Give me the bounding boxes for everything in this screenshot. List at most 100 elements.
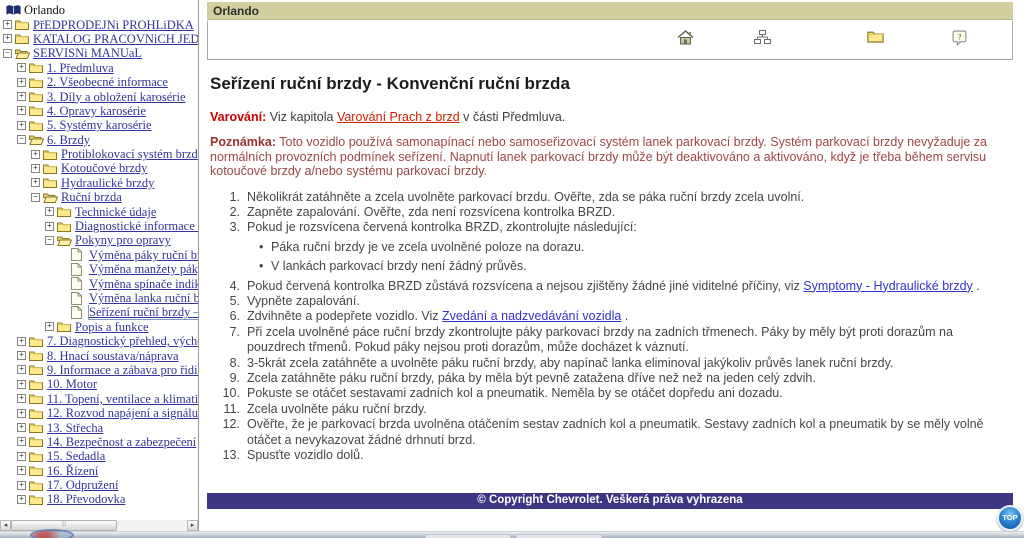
tree-item-label[interactable]: Technické údaje bbox=[75, 205, 156, 219]
scroll-to-top-button[interactable]: TOP bbox=[997, 505, 1023, 531]
tree-item-folder[interactable]: + Popis a funkce bbox=[0, 320, 198, 334]
tree-item-label[interactable]: Výměna páky ruční brzd bbox=[89, 248, 198, 262]
tree-item-label[interactable]: 11. Topení, ventilace a klimatizac bbox=[47, 392, 198, 406]
expand-plus-icon[interactable]: + bbox=[3, 34, 12, 43]
tree-item-label[interactable]: 2. Všeobecné informace bbox=[47, 75, 168, 89]
expand-plus-icon[interactable]: + bbox=[31, 150, 40, 159]
tree-item-folder[interactable]: +15. Sedadla bbox=[0, 449, 198, 463]
tree-item-folder[interactable]: +17. Odpružení bbox=[0, 478, 198, 492]
tree-item-label[interactable]: 7. Diagnostický přehled, výchozí bbox=[47, 334, 198, 348]
expand-plus-icon[interactable]: + bbox=[17, 106, 26, 115]
expand-plus-icon[interactable]: + bbox=[45, 322, 54, 331]
tree-item-folder[interactable]: −SERVISNi MANUaL bbox=[0, 46, 198, 60]
expand-plus-icon[interactable]: + bbox=[17, 337, 26, 346]
tree-item-label[interactable]: Hydraulické brzdy bbox=[61, 176, 154, 190]
tree-item-label[interactable]: 10. Motor bbox=[47, 377, 97, 391]
tree-item-folder[interactable]: +11. Topení, ventilace a klimatizac bbox=[0, 392, 198, 406]
tree-item-folder[interactable]: +10. Motor bbox=[0, 377, 198, 391]
tree-item-label[interactable]: Pokyny pro opravy bbox=[75, 233, 171, 247]
expand-plus-icon[interactable]: + bbox=[17, 92, 26, 101]
tree-item-folder[interactable]: −Pokyny pro opravy bbox=[0, 233, 198, 247]
expand-plus-icon[interactable]: + bbox=[17, 78, 26, 87]
sitemap-icon[interactable] bbox=[754, 30, 772, 48]
tree-item-folder[interactable]: +4. Opravy karosérie bbox=[0, 104, 198, 118]
tree-item-folder[interactable]: +1. Předmluva bbox=[0, 61, 198, 75]
tree-item-label[interactable]: 5. Systémy karosérie bbox=[47, 118, 152, 132]
expand-plus-icon[interactable]: + bbox=[17, 63, 26, 72]
tree-item-label[interactable]: 1. Předmluva bbox=[47, 61, 114, 75]
tree-item-folder[interactable]: +16. Řízení bbox=[0, 464, 198, 478]
tree-item-folder[interactable]: + Kotoučové brzdy bbox=[0, 161, 198, 175]
tree-item-label[interactable]: 15. Sedadla bbox=[47, 449, 105, 463]
expand-plus-icon[interactable]: + bbox=[17, 394, 26, 403]
content-link[interactable]: Symptomy - Hydraulické brzdy bbox=[803, 279, 973, 293]
tree-item-label[interactable]: Orlando bbox=[24, 3, 65, 17]
tree-item-label[interactable]: Kotoučové brzdy bbox=[61, 161, 147, 175]
expand-plus-icon[interactable]: + bbox=[17, 423, 26, 432]
tree-item-label[interactable]: KATALOG PRACOVNiCH JEDNO bbox=[33, 32, 198, 46]
expand-plus-icon[interactable]: + bbox=[17, 452, 26, 461]
tree-item-folder[interactable]: + Diagnostické informace a p bbox=[0, 219, 198, 233]
tree-item-folder[interactable]: + Hydraulické brzdy bbox=[0, 176, 198, 190]
help-icon[interactable]: ? bbox=[952, 30, 970, 48]
warning-link[interactable]: Varování Prach z brzd bbox=[337, 110, 460, 124]
tree-item-label[interactable]: 3. Díly a obložení karosérie bbox=[47, 90, 186, 104]
home-icon[interactable] bbox=[677, 30, 695, 48]
tree-item-folder[interactable]: + Technické údaje bbox=[0, 204, 198, 218]
tree-item-label[interactable]: Seřízení ruční brzdy – kl bbox=[89, 305, 198, 319]
tree-item-folder[interactable]: +2. Všeobecné informace bbox=[0, 75, 198, 89]
tree-item-label[interactable]: 8. Hnací soustava/náprava bbox=[47, 349, 179, 363]
expand-plus-icon[interactable]: + bbox=[31, 164, 40, 173]
expand-plus-icon[interactable]: + bbox=[17, 481, 26, 490]
tree-item-label[interactable]: Popis a funkce bbox=[75, 320, 149, 334]
expand-plus-icon[interactable]: + bbox=[45, 207, 54, 216]
collapse-minus-icon[interactable]: − bbox=[17, 135, 26, 144]
tree-item-folder[interactable]: +5. Systémy karosérie bbox=[0, 118, 198, 132]
scroll-left-arrow-icon[interactable]: ◂ bbox=[0, 520, 11, 531]
tree-item-folder[interactable]: +18. Převodovka bbox=[0, 492, 198, 506]
tree-item-label[interactable]: 14. Bezpečnost a zabezpečení bbox=[47, 435, 196, 449]
tree-item-folder[interactable]: +14. Bezpečnost a zabezpečení bbox=[0, 435, 198, 449]
tree-item-label[interactable]: 4. Opravy karosérie bbox=[47, 104, 146, 118]
tree-item-label[interactable]: 12. Rozvod napájení a signálu bbox=[47, 406, 198, 420]
expand-plus-icon[interactable]: + bbox=[3, 20, 12, 29]
tree-item-label[interactable]: Diagnostické informace a p bbox=[75, 219, 198, 233]
tree-item-label[interactable]: Výměna lanka ruční brzd bbox=[89, 291, 198, 305]
expand-plus-icon[interactable]: + bbox=[17, 409, 26, 418]
folder-icon[interactable] bbox=[867, 30, 885, 48]
tree-item-label[interactable]: Protiblokovací systém brzd bbox=[61, 147, 198, 161]
tree-item-label[interactable]: 17. Odpružení bbox=[47, 478, 119, 492]
tree-item-folder[interactable]: +3. Díly a obložení karosérie bbox=[0, 89, 198, 103]
collapse-minus-icon[interactable]: − bbox=[3, 49, 12, 58]
content-link[interactable]: Zvedání a nadzvedávání vozidla bbox=[442, 309, 621, 323]
tree-item-folder[interactable]: + PřEDPRODEJNi PROHLiDKA bbox=[0, 17, 198, 31]
expand-plus-icon[interactable]: + bbox=[17, 351, 26, 360]
tree-item-label[interactable]: 13. Střecha bbox=[47, 421, 103, 435]
expand-plus-icon[interactable]: + bbox=[17, 380, 26, 389]
tree-item-folder[interactable]: +13. Střecha bbox=[0, 420, 198, 434]
expand-plus-icon[interactable]: + bbox=[17, 121, 26, 130]
tree-item-label[interactable]: PřEDPRODEJNi PROHLiDKA bbox=[33, 18, 194, 32]
tree-item-label[interactable]: 18. Převodovka bbox=[47, 492, 125, 506]
expand-plus-icon[interactable]: + bbox=[17, 437, 26, 446]
tree-item-folder[interactable]: − 6. Brzdy bbox=[0, 133, 198, 147]
expand-plus-icon[interactable]: + bbox=[31, 178, 40, 187]
tree-item-document[interactable]: Výměna lanka ruční brzd bbox=[0, 291, 198, 305]
tree-item-folder[interactable]: +9. Informace a zábava pro řidiče bbox=[0, 363, 198, 377]
tree-item-label[interactable]: 6. Brzdy bbox=[47, 133, 90, 147]
tree-item-folder[interactable]: + KATALOG PRACOVNiCH JEDNO bbox=[0, 32, 198, 46]
tree-item-document[interactable]: Výměna spínače indikáto bbox=[0, 276, 198, 290]
scroll-right-arrow-icon[interactable]: ▸ bbox=[187, 520, 198, 531]
tree-item-folder[interactable]: +7. Diagnostický přehled, výchozí bbox=[0, 334, 198, 348]
tree-root-item[interactable]: Orlando bbox=[0, 3, 198, 17]
expand-plus-icon[interactable]: + bbox=[17, 466, 26, 475]
expand-plus-icon[interactable]: + bbox=[17, 495, 26, 504]
tree-item-label[interactable]: 16. Řízení bbox=[47, 464, 98, 478]
tree-item-label[interactable]: Výměna spínače indikáto bbox=[89, 277, 198, 291]
expand-plus-icon[interactable]: + bbox=[17, 365, 26, 374]
expand-plus-icon[interactable]: + bbox=[45, 222, 54, 231]
tree-item-folder[interactable]: +12. Rozvod napájení a signálu bbox=[0, 406, 198, 420]
tree-item-folder[interactable]: +8. Hnací soustava/náprava bbox=[0, 348, 198, 362]
tree-item-document[interactable]: Výměna páky ruční brzd bbox=[0, 248, 198, 262]
tree-item-document[interactable]: Výměna manžety páky r bbox=[0, 262, 198, 276]
